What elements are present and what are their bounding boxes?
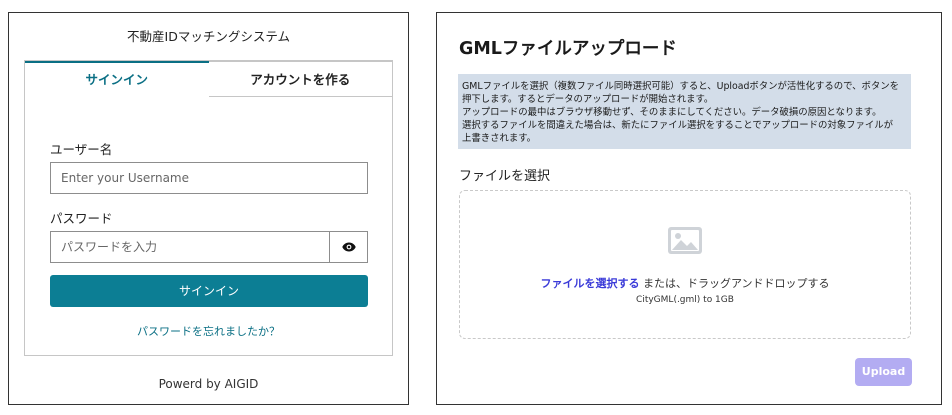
upload-panel: GMLファイルアップロード GMLファイルを選択（複数ファイル同時選択可能）する… (436, 12, 942, 405)
info-line: 選択するファイルを間違えた場合は、新たにファイル選択をすることでアップロードの対… (462, 120, 893, 132)
drop-instructions: ファイルを選択する または、ドラッグアンドドロップする (460, 275, 910, 291)
page-title: GMLファイルアップロード (459, 39, 677, 59)
auth-tabs: サインイン アカウントを作る (25, 61, 392, 97)
show-password-button[interactable] (330, 231, 368, 263)
file-type-hint: CityGML(.gml) to 1GB (636, 295, 734, 305)
drop-text: または、ドラッグアンドドロップする (639, 277, 830, 290)
login-panel: 不動産IDマッチングシステム サインイン アカウントを作る ユーザー名 パスワー… (8, 12, 409, 405)
username-label: ユーザー名 (50, 142, 113, 157)
username-input[interactable] (50, 162, 368, 194)
select-file-link[interactable]: ファイルを選択する (540, 277, 639, 290)
info-line: 押下します。するとデータのアップロードが開始されます。 (462, 94, 714, 106)
tab-create-account[interactable]: アカウントを作る (208, 61, 392, 97)
info-line: アップロードの最中はブラウザ移動せず、そのままにしてください。データ破損の原因と… (462, 107, 882, 119)
password-input[interactable] (50, 231, 330, 263)
tab-sign-in[interactable]: サインイン (25, 61, 209, 97)
image-icon (668, 227, 702, 254)
eye-icon (341, 242, 356, 252)
file-drop-zone[interactable]: ファイルを選択する または、ドラッグアンドドロップする CityGML(.gml… (459, 190, 911, 339)
forgot-password-link[interactable]: パスワードを忘れましたか？ (25, 323, 392, 339)
app-title: 不動産IDマッチングシステム (127, 29, 290, 44)
info-line: 上書きされます。 (462, 133, 537, 145)
sign-in-button[interactable]: サインイン (50, 275, 368, 307)
info-box: GMLファイルを選択（複数ファイル同時選択可能）すると、Uploadボタンが活性… (458, 74, 911, 149)
upload-button[interactable]: Upload (855, 358, 912, 386)
auth-card: サインイン アカウントを作る ユーザー名 パスワード サインイン パスワードを忘… (24, 60, 393, 356)
info-line: GMLファイルを選択（複数ファイル同時選択可能）すると、Uploadボタンが活性… (462, 81, 900, 92)
password-label: パスワード (50, 211, 113, 226)
powered-by-footer: Powerd by AIGID (158, 377, 259, 391)
file-select-label: ファイルを選択 (459, 169, 551, 184)
